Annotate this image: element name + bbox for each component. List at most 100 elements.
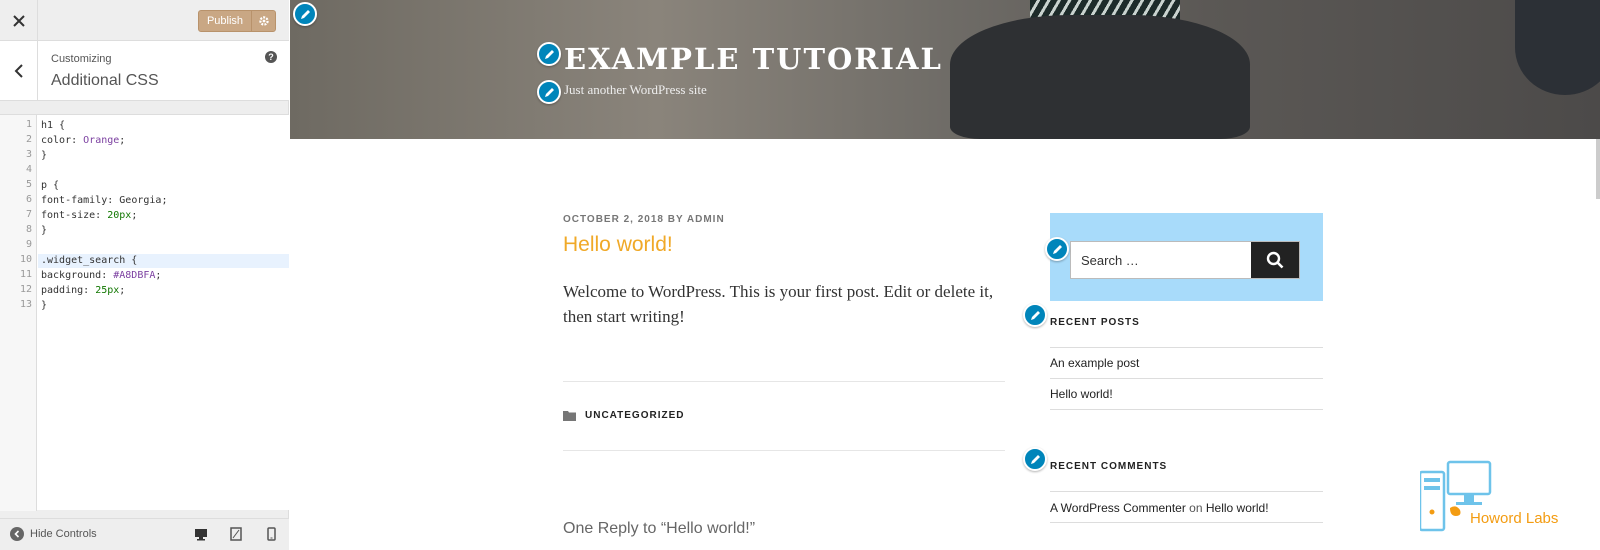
post-meta: OCTOBER 2, 2018 BY ADMIN	[563, 214, 725, 225]
search-icon	[1266, 251, 1284, 269]
post-date-link[interactable]: OCTOBER 2, 2018	[563, 214, 664, 225]
code-line[interactable]: .widget_search {	[38, 254, 289, 268]
search-button[interactable]	[1251, 242, 1299, 278]
line-number: 10	[19, 254, 32, 265]
widget-rule	[1050, 522, 1323, 523]
scrollbar-thumb[interactable]	[1596, 139, 1600, 199]
edit-title-shortcut[interactable]	[537, 42, 561, 66]
code-line[interactable]	[41, 164, 288, 178]
post-categories: UNCATEGORIZED	[563, 410, 684, 421]
widget-rule	[1050, 491, 1323, 492]
publish-settings-button[interactable]	[251, 10, 276, 32]
line-number: 2	[25, 134, 32, 145]
css-code-editor[interactable]: 1 2 3 4 5 6 7 8 9 10 11 12 13 h1 {color: Orange;} p {…	[0, 114, 289, 511]
section-title: Additional CSS	[51, 72, 159, 89]
search-form	[1070, 241, 1300, 279]
comment-post-link[interactable]: Hello world!	[1206, 501, 1269, 515]
back-button[interactable]	[0, 41, 38, 100]
customizer-header: Publish	[0, 0, 289, 41]
mobile-preview-button[interactable]	[263, 526, 279, 542]
customizing-label: Customizing	[51, 53, 112, 65]
line-number: 12	[19, 284, 32, 295]
close-icon	[12, 14, 25, 27]
edit-recent-comments-shortcut[interactable]	[1023, 447, 1047, 471]
code-line[interactable]: font-size: 20px;	[41, 209, 288, 223]
search-widget	[1050, 213, 1323, 301]
edit-search-widget-shortcut[interactable]	[1045, 237, 1069, 261]
code-line[interactable]: }	[41, 149, 288, 163]
line-number: 5	[25, 179, 32, 190]
post-content: Welcome to WordPress. This is your first…	[563, 282, 994, 326]
edit-header-shortcut[interactable]	[293, 2, 317, 26]
search-input[interactable]	[1071, 242, 1251, 278]
line-number: 8	[25, 224, 32, 235]
code-line[interactable]	[41, 239, 288, 253]
code-line[interactable]: }	[41, 299, 288, 313]
line-number: 11	[19, 269, 32, 280]
line-number: 3	[25, 149, 32, 160]
desktop-icon	[195, 528, 207, 540]
recent-comments-title: RECENT COMMENTS	[1050, 461, 1168, 472]
code-line[interactable]: }	[41, 224, 288, 238]
pencil-icon	[1030, 454, 1040, 464]
recent-posts-title: RECENT POSTS	[1050, 317, 1140, 328]
category-link[interactable]: UNCATEGORIZED	[585, 410, 684, 421]
code-line[interactable]: background: #A8DBFA;	[41, 269, 288, 283]
post-author-link[interactable]: ADMIN	[687, 214, 725, 225]
recent-post-link[interactable]: Hello world!	[1050, 387, 1113, 401]
line-number: 4	[25, 164, 32, 175]
post-title[interactable]: Hello world!	[563, 233, 673, 257]
hide-controls-button[interactable]: Hide Controls	[10, 527, 97, 541]
header-image: EXAMPLE TUTORIAL Just another WordPress …	[290, 0, 1600, 139]
line-number: 6	[25, 194, 32, 205]
line-number-gutter: 1 2 3 4 5 6 7 8 9 10 11 12 13	[0, 115, 37, 511]
publish-button[interactable]: Publish	[198, 10, 252, 32]
plant-pot	[950, 15, 1250, 139]
gear-icon	[258, 16, 269, 26]
code-line[interactable]: font-family: Georgia;	[41, 194, 288, 208]
pencil-icon	[1052, 244, 1062, 254]
close-customizer-button[interactable]	[0, 0, 38, 41]
widget-rule	[1050, 378, 1323, 379]
chevron-left-icon	[14, 63, 23, 78]
watermark-text: Howord Labs	[1470, 510, 1559, 527]
post-by: BY	[667, 214, 684, 225]
line-number: 13	[19, 299, 32, 310]
folder-icon	[563, 411, 576, 421]
post-divider	[563, 381, 1005, 382]
customizer-footer: Hide Controls	[0, 518, 289, 550]
recent-post-link[interactable]: An example post	[1050, 356, 1139, 370]
code-line[interactable]: padding: 25px;	[41, 284, 288, 298]
edit-tagline-shortcut[interactable]	[537, 80, 561, 104]
customizer-sidebar: Publish Customizing Additional CSS ? 123…	[0, 0, 289, 550]
recent-comment-item: A WordPress Commenter on Hello world!	[1050, 501, 1269, 515]
pencil-icon	[1030, 310, 1040, 320]
site-title[interactable]: EXAMPLE TUTORIAL	[564, 42, 943, 76]
code-line[interactable]: h1 {	[41, 119, 288, 133]
site-preview: EXAMPLE TUTORIAL Just another WordPress …	[290, 0, 1600, 550]
comment-author-link[interactable]: A WordPress Commenter	[1050, 501, 1186, 515]
site-tagline: Just another WordPress site	[564, 82, 707, 97]
widget-rule	[1050, 409, 1323, 410]
decor-ball	[1515, 0, 1600, 95]
edit-recent-posts-shortcut[interactable]	[1023, 303, 1047, 327]
mobile-icon	[266, 527, 276, 541]
code-line[interactable]: p {	[41, 179, 288, 193]
code-line[interactable]: color: Orange;	[41, 134, 288, 148]
line-number: 7	[25, 209, 32, 220]
tablet-preview-button[interactable]	[228, 526, 244, 542]
comment-on-text: on	[1189, 501, 1203, 515]
tablet-icon	[230, 527, 242, 541]
line-number: 9	[25, 239, 32, 250]
desktop-preview-button[interactable]	[193, 526, 209, 542]
line-number: 1	[25, 119, 32, 130]
hide-controls-label: Hide Controls	[30, 528, 97, 540]
footer-divider	[563, 450, 1005, 451]
section-header: Customizing Additional CSS ?	[0, 41, 289, 101]
collapse-icon	[10, 527, 24, 541]
help-icon[interactable]: ?	[265, 51, 277, 63]
pencil-icon	[544, 49, 554, 59]
widget-rule	[1050, 347, 1323, 348]
comments-title: One Reply to “Hello world!”	[563, 520, 756, 537]
pencil-icon	[544, 87, 554, 97]
